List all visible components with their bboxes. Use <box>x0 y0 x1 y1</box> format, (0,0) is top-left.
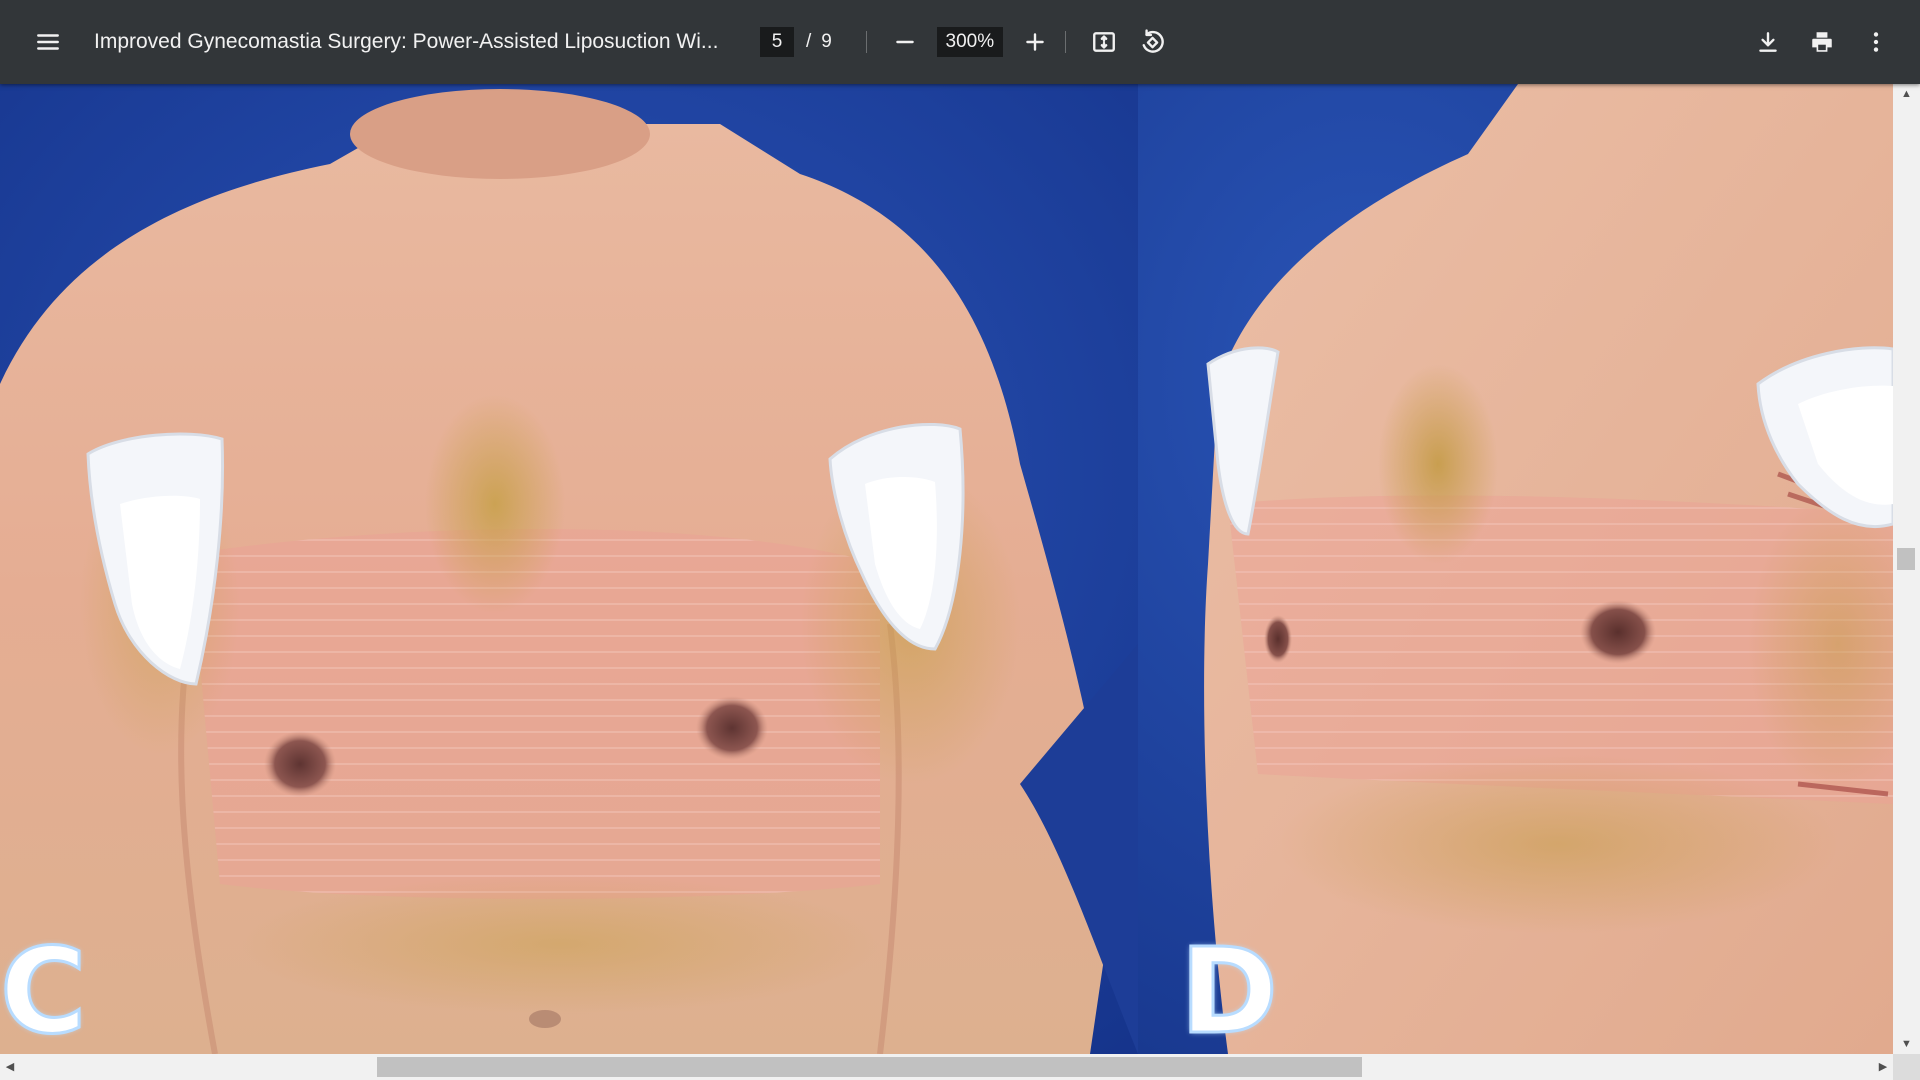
print-button[interactable] <box>1802 22 1842 62</box>
pdf-viewer[interactable]: C D <box>0 84 1920 1080</box>
scroll-left-arrow-icon[interactable]: ◀ <box>0 1054 20 1080</box>
page-number-input[interactable] <box>760 27 794 57</box>
fit-to-page-icon <box>1092 32 1115 52</box>
menu-icon[interactable] <box>28 22 68 62</box>
toolbar-divider <box>1064 31 1066 53</box>
figure-panel-d: D <box>1138 84 1893 1054</box>
panel-label-d: D <box>1179 922 1280 1054</box>
zoom-in-button[interactable] <box>1015 22 1055 62</box>
scrollbar-corner <box>1893 1054 1920 1080</box>
oblique-torso-photo <box>1138 84 1893 1054</box>
rotate-button[interactable] <box>1132 22 1172 62</box>
toolbar-right-actions <box>1748 22 1896 62</box>
page-separator: / <box>806 31 812 52</box>
zoom-out-button[interactable] <box>885 22 925 62</box>
more-options-button[interactable] <box>1856 22 1896 62</box>
document-title: Improved Gynecomastia Surgery: Power-Ass… <box>94 30 719 53</box>
plus-icon <box>1026 33 1044 51</box>
more-vertical-icon <box>1873 32 1879 52</box>
vertical-scroll-thumb[interactable] <box>1897 548 1915 570</box>
page-navigation: / 9 <box>760 27 832 57</box>
fit-to-page-button[interactable] <box>1084 22 1124 62</box>
panel-label-c: C <box>0 922 88 1054</box>
frontal-torso-photo <box>0 84 1138 1054</box>
zoom-level-input[interactable] <box>936 27 1003 57</box>
minus-icon <box>896 40 914 44</box>
scroll-down-arrow-icon[interactable]: ▼ <box>1893 1034 1920 1054</box>
scroll-right-arrow-icon[interactable]: ▶ <box>1873 1054 1893 1080</box>
print-icon <box>1812 32 1832 52</box>
figure-photograph: C D <box>0 84 1893 1054</box>
download-button[interactable] <box>1748 22 1788 62</box>
rotate-counterclockwise-icon <box>1142 29 1164 53</box>
total-pages: 9 <box>821 31 832 52</box>
horizontal-scrollbar[interactable]: ◀ ▶ <box>0 1054 1893 1080</box>
download-icon <box>1759 32 1777 52</box>
toolbar-divider <box>865 31 867 53</box>
vertical-scrollbar[interactable]: ▲ ▼ <box>1893 84 1920 1054</box>
pdf-toolbar: Improved Gynecomastia Surgery: Power-Ass… <box>0 0 1920 84</box>
horizontal-scroll-thumb[interactable] <box>377 1057 1362 1077</box>
figure-panel-c: C <box>0 84 1138 1054</box>
scroll-up-arrow-icon[interactable]: ▲ <box>1893 84 1920 104</box>
zoom-controls <box>885 22 1055 62</box>
